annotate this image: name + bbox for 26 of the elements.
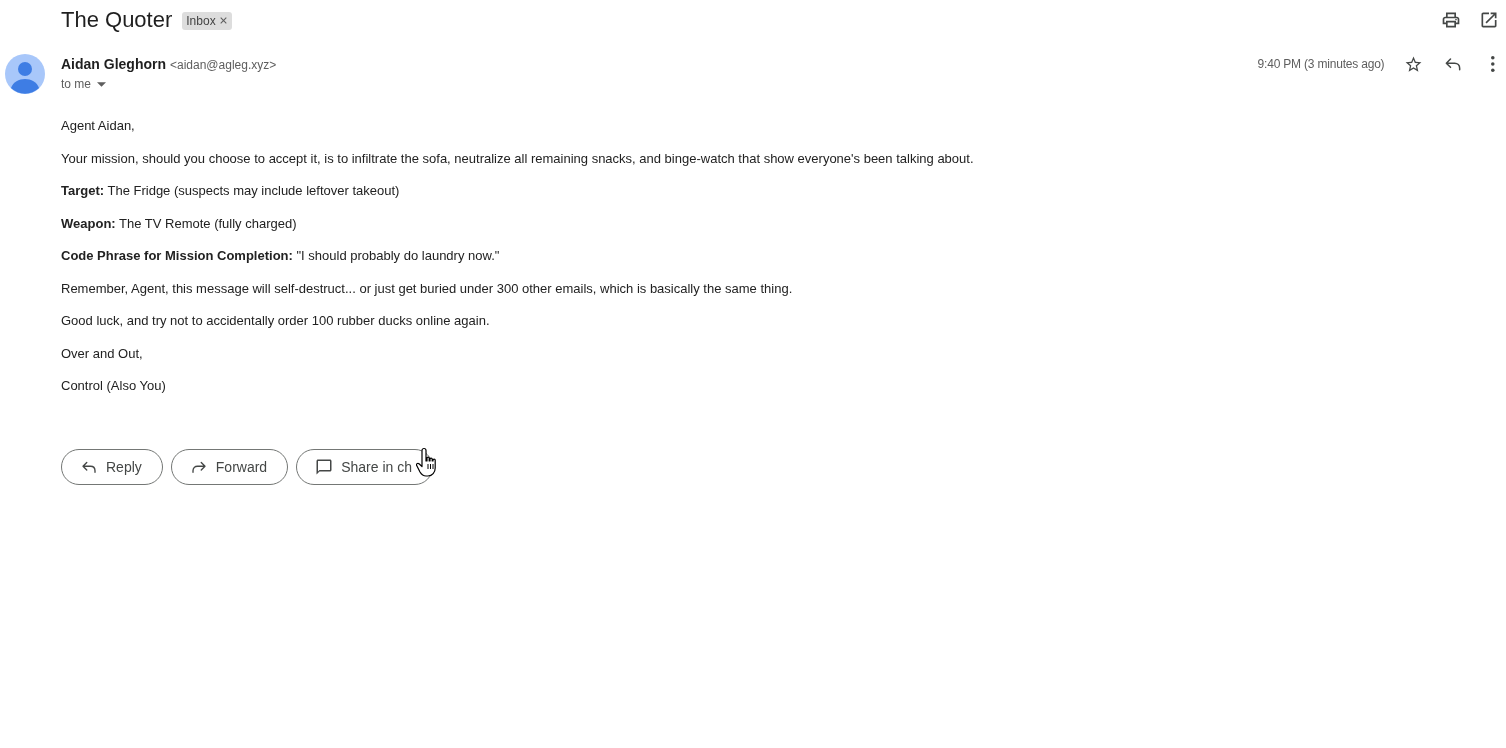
avatar-icon [5,54,45,94]
message-time: 9:40 PM (3 minutes ago) [1257,57,1385,71]
message-paragraph: Agent Aidan, [61,118,135,134]
message-paragraph: Good luck, and try not to accidentally order 100 rubber ducks online again. [61,313,490,329]
message-paragraph: Code Phrase for Mission Completion: "I should probably do laundry now." [61,248,500,264]
reply-button[interactable]: Reply [61,449,163,485]
more-options-icon[interactable] [1491,56,1495,72]
message-paragraph: Target: The Fridge (suspects may include leftover takeout) [61,183,400,199]
email-subject: The Quoter [61,6,173,34]
hand-cursor-icon [416,447,438,478]
message-paragraph: Control (Also You) [61,378,166,394]
recipient-details-button[interactable]: to me [61,74,106,94]
star-icon[interactable] [1404,54,1424,74]
external-link-icon[interactable] [1479,10,1499,30]
message-paragraph: Remember, Agent, this message will self-destruct... or just get buried under 300 other emails, which is basically the same thing. [61,280,793,297]
message-paragraph: Over and Out, [61,345,143,362]
chat-bubble-icon [315,458,334,476]
label-text: Inbox [186,12,216,29]
close-icon[interactable] [219,17,227,24]
message-paragraph: Weapon: The TV Remote (fully charged) [61,215,297,232]
sender-email: <aidan@agleg.xyz> [170,57,277,74]
sender-name: Aidan Gleghorn [61,55,166,74]
message-paragraph: Your mission, should you choose to accept it, is to infiltrate the sofa, neutralize all remaining snacks, and binge-watch that show everyone's been talking about. [61,150,974,167]
caret-down-icon [97,81,106,87]
print-icon[interactable] [1441,10,1461,30]
forward-button[interactable]: Forward [170,449,289,485]
